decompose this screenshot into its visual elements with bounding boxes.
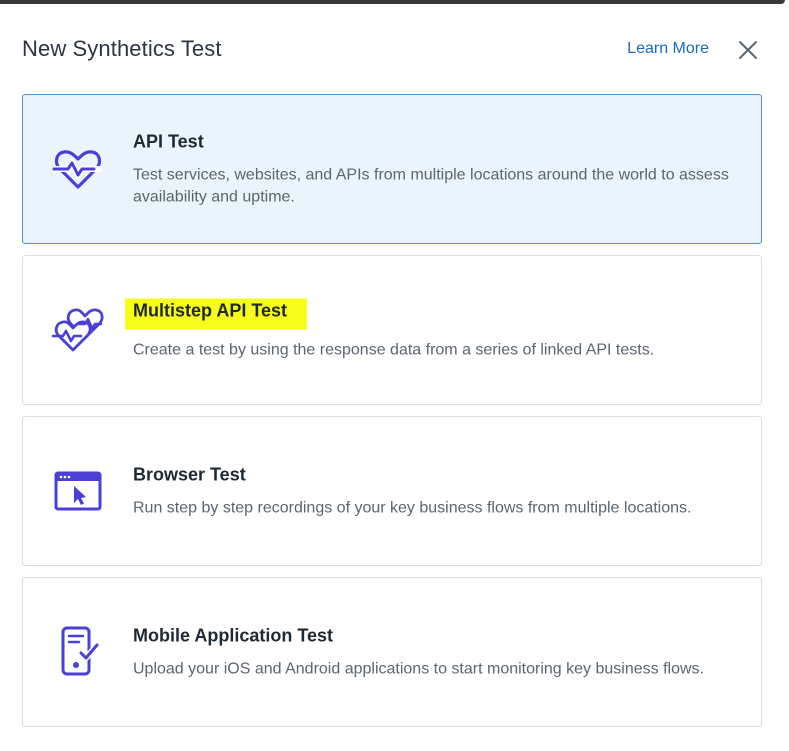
heartbeat-icon [51,142,105,196]
multistep-api-test-description: Create a test by using the response data… [133,341,655,359]
browser-test-card[interactable]: Browser Test Run step by step recordings… [22,416,762,566]
api-test-text: API Test Test services, websites, and AP… [133,130,731,209]
api-test-description: Test services, websites, and APIs from m… [133,166,729,206]
browser-test-description: Run step by step recordings of your key … [133,499,692,517]
api-test-title: API Test [133,131,204,152]
api-test-card[interactable]: API Test Test services, websites, and AP… [22,94,762,244]
mobile-application-test-title: Mobile Application Test [133,625,334,646]
multistep-api-test-title: Multistep API Test [125,298,308,330]
modal-title: New Synthetics Test [22,36,222,61]
mobile-application-test-text: Mobile Application Test Upload your iOS … [133,624,731,681]
browser-test-title: Browser Test [133,464,246,485]
multistep-api-test-text: Multistep API Test Create a test by usin… [125,298,731,362]
close-icon [739,41,757,59]
browser-test-text: Browser Test Run step by step recordings… [133,463,731,520]
modal-header: New Synthetics Test Learn More [22,30,762,70]
new-synthetics-test-modal: New Synthetics Test Learn More API Test … [0,4,786,751]
mobile-application-test-card[interactable]: Mobile Application Test Upload your iOS … [22,577,762,727]
test-type-list: API Test Test services, websites, and AP… [22,94,762,738]
multistep-api-test-card[interactable]: Multistep API Test Create a test by usin… [22,255,762,405]
learn-more-link[interactable]: Learn More [627,40,709,58]
browser-cursor-icon [51,464,105,518]
mobile-application-test-description: Upload your iOS and Android applications… [133,660,704,678]
close-button[interactable] [734,36,762,64]
mobile-check-icon [51,625,105,679]
multi-heartbeat-icon [51,303,105,357]
